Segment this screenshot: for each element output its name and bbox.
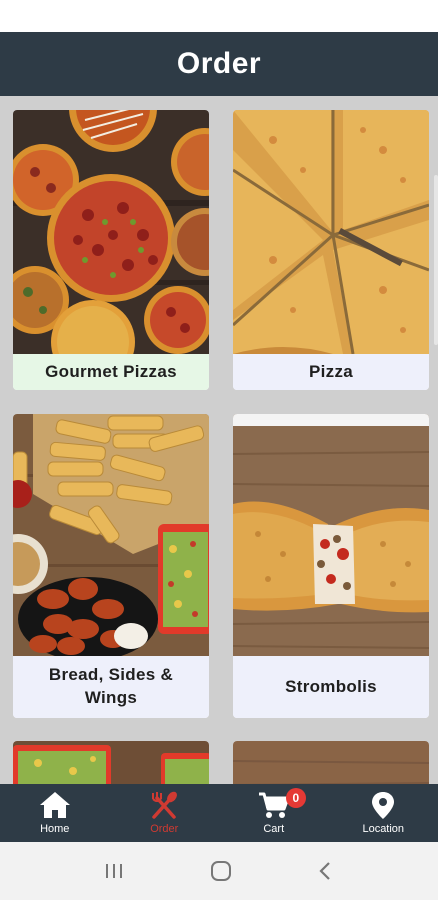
location-pin-icon [372, 792, 395, 819]
home-circle-icon[interactable] [209, 859, 233, 883]
nav-location[interactable]: Location [329, 784, 438, 842]
category-card-partial[interactable] [13, 741, 209, 786]
category-grid[interactable]: Gourmet Pizzas Pizza Bread, Sides & Wing… [0, 96, 438, 786]
category-card-gourmet-pizzas[interactable]: Gourmet Pizzas [13, 110, 209, 390]
nav-cart-label: Cart [263, 823, 285, 835]
category-card-strombolis[interactable]: Strombolis [233, 414, 429, 718]
bottom-nav: Home Order 0 Cart Location [0, 784, 438, 842]
strombolis-photo [233, 414, 429, 656]
nav-location-label: Location [362, 823, 405, 835]
status-bar [0, 0, 438, 32]
app-header: Order [0, 32, 438, 96]
system-navigation-bar [0, 842, 438, 900]
nav-home[interactable]: Home [0, 784, 110, 842]
back-icon[interactable] [316, 860, 336, 882]
recent-apps-icon[interactable] [102, 861, 126, 881]
bread-sides-wings-photo [13, 414, 209, 656]
cart-count-badge: 0 [285, 788, 306, 808]
nav-home-label: Home [40, 823, 70, 835]
nav-order-label: Order [150, 823, 179, 835]
nav-order[interactable]: Order [110, 784, 220, 842]
category-photo [233, 741, 429, 786]
category-label: Pizza [233, 354, 429, 390]
page-title: Order [176, 47, 262, 80]
category-label: Strombolis [233, 656, 429, 718]
category-label: Gourmet Pizzas [13, 354, 209, 390]
category-card-partial[interactable] [233, 741, 429, 786]
nav-cart[interactable]: 0 Cart [219, 784, 329, 842]
home-icon [39, 792, 70, 818]
utensils-icon [152, 791, 178, 819]
gourmet-pizzas-photo [13, 110, 209, 354]
salad-photo [13, 741, 209, 786]
scroll-indicator [434, 175, 438, 345]
category-card-pizza[interactable]: Pizza [233, 110, 429, 390]
category-card-bread-sides-wings[interactable]: Bread, Sides & Wings [13, 414, 209, 718]
category-label: Bread, Sides & Wings [13, 656, 209, 718]
pizza-photo [233, 110, 429, 354]
